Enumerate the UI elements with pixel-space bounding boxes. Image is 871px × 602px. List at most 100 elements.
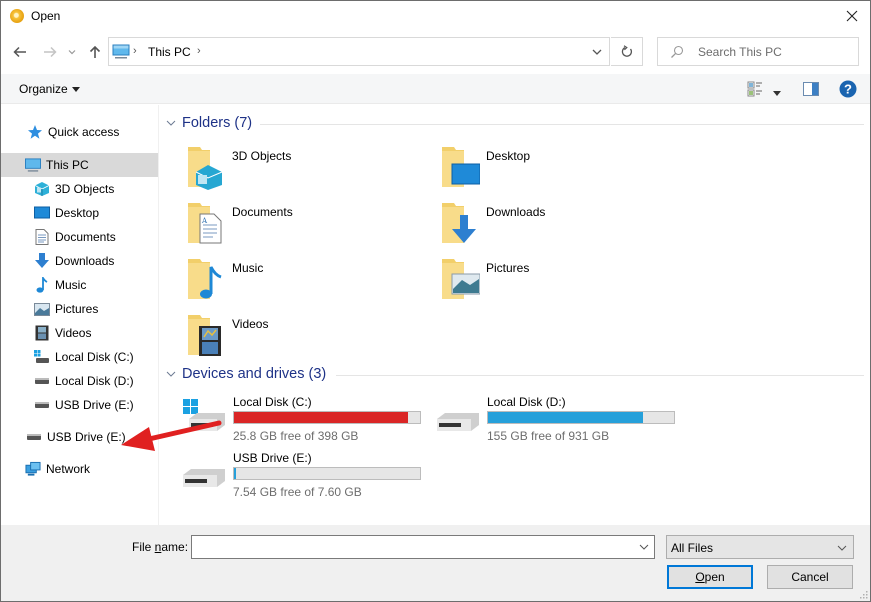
sidebar-item-desktop[interactable]: Desktop: [1, 201, 158, 225]
cancel-button[interactable]: Cancel: [767, 565, 853, 589]
chevron-down-icon: [166, 371, 176, 377]
sidebar-item-usb-drive-e-root[interactable]: USB Drive (E:): [1, 425, 158, 449]
breadcrumb-separator[interactable]: ›: [197, 45, 201, 57]
back-button[interactable]: [10, 41, 30, 63]
file-name-input[interactable]: [191, 535, 655, 559]
drive-usage-bar: [233, 467, 421, 480]
document-icon: A: [188, 203, 222, 244]
open-file-dialog: Open › This PC › Search This PC Organize…: [0, 0, 871, 602]
search-icon: [670, 45, 684, 62]
refresh-icon: [621, 45, 632, 57]
sidebar-item-label: 3D Objects: [55, 182, 115, 196]
drive-usage-fill: [234, 468, 236, 479]
drives-group-title: Devices and drives (3): [182, 366, 327, 382]
sidebar-item-label: USB Drive (E:): [47, 430, 126, 444]
breadcrumb-separator[interactable]: ›: [133, 45, 137, 57]
chevron-down-icon: [68, 50, 76, 55]
arrow-left-icon: [13, 46, 26, 58]
drives-group-header[interactable]: Devices and drives (3): [166, 366, 326, 382]
recent-locations-button[interactable]: [65, 41, 79, 63]
sidebar-item-label: Downloads: [55, 254, 115, 268]
folder-videos[interactable]: Videos: [186, 313, 436, 365]
sidebar-item-usb-drive-e[interactable]: USB Drive (E:): [1, 393, 158, 417]
sidebar-item-label: This PC: [46, 158, 89, 172]
sidebar-item-quick-access[interactable]: Quick access: [1, 120, 158, 144]
up-button[interactable]: [85, 41, 105, 63]
folder-name: Documents: [232, 205, 293, 219]
drive-usage-fill: [488, 412, 644, 423]
help-icon: ?: [839, 80, 857, 98]
windows-drive-icon: [183, 399, 225, 431]
open-button-label: Open: [695, 570, 725, 584]
folder-3d-objects[interactable]: 3D Objects: [186, 145, 436, 197]
preview-pane-button[interactable]: [803, 82, 819, 99]
file-type-select[interactable]: All Files: [666, 535, 854, 559]
sidebar-item-label: USB Drive (E:): [55, 398, 134, 412]
help-button[interactable]: ?: [839, 80, 857, 101]
folder-documents[interactable]: A Documents: [186, 201, 436, 253]
drive-usage-fill: [234, 412, 408, 423]
folder-music[interactable]: Music: [186, 257, 436, 309]
download-icon: [442, 203, 476, 243]
drive-free-space: 25.8 GB free of 398 GB: [233, 429, 359, 443]
drive-icon: [34, 397, 50, 413]
drive-local-disk-c[interactable]: Local Disk (C:) 25.8 GB free of 398 GB: [181, 391, 431, 443]
sidebar-item-label: Network: [46, 462, 91, 476]
drive-local-disk-d[interactable]: Local Disk (D:) 155 GB free of 931 GB: [435, 391, 685, 443]
group-divider: [336, 375, 864, 376]
search-placeholder: Search This PC: [698, 45, 782, 59]
navigation-pane: Quick access This PC 3D Objects Desktop …: [1, 105, 159, 525]
drive-name: Local Disk (C:): [233, 395, 312, 409]
sidebar-item-documents[interactable]: Documents: [1, 225, 158, 249]
folders-group-header[interactable]: Folders (7): [166, 115, 252, 131]
forward-button[interactable]: [40, 41, 60, 63]
chevron-down-icon: [166, 120, 176, 126]
sidebar-item-pictures[interactable]: Pictures: [1, 297, 158, 321]
resize-grip-icon[interactable]: [858, 589, 868, 599]
address-dropdown-button[interactable]: [586, 38, 608, 65]
address-bar[interactable]: › This PC ›: [108, 37, 610, 66]
chevron-down-icon[interactable]: [637, 540, 651, 554]
organize-label: Organize: [19, 82, 68, 96]
svg-text:?: ?: [844, 82, 852, 97]
view-options-dropdown[interactable]: [773, 85, 781, 99]
folder-name: 3D Objects: [232, 149, 292, 163]
sidebar-item-local-disk-d[interactable]: Local Disk (D:): [1, 369, 158, 393]
sidebar-item-videos[interactable]: Videos: [1, 321, 158, 345]
film-icon: [34, 325, 50, 341]
folder-downloads[interactable]: Downloads: [440, 201, 690, 253]
window-title: Open: [31, 9, 61, 23]
drive-free-space: 155 GB free of 931 GB: [487, 429, 610, 443]
close-button[interactable]: [838, 3, 866, 29]
drive-free-space: 7.54 GB free of 7.60 GB: [233, 485, 362, 499]
folder-desktop[interactable]: Desktop: [440, 145, 690, 197]
organize-button[interactable]: Organize: [19, 82, 80, 96]
sidebar-item-local-disk-c[interactable]: Local Disk (C:): [1, 345, 158, 369]
music-note-icon: [188, 259, 222, 299]
sidebar-item-label: Local Disk (C:): [55, 350, 134, 364]
arrow-right-icon: [44, 46, 57, 58]
music-note-icon: [34, 277, 50, 293]
dialog-footer: File name: All Files Open Cancel: [1, 525, 870, 601]
change-view-button[interactable]: [747, 81, 763, 100]
folders-group-title: Folders (7): [182, 115, 253, 131]
change-view-icon: [747, 81, 762, 97]
sidebar-item-network[interactable]: Network: [1, 457, 158, 481]
sidebar-item-label: Desktop: [55, 206, 100, 220]
preview-pane-icon: [803, 82, 819, 96]
title-bar: Open: [1, 1, 870, 31]
open-button[interactable]: Open: [667, 565, 753, 589]
breadcrumb-this-pc[interactable]: This PC: [148, 45, 191, 59]
drive-usb-drive-e[interactable]: USB Drive (E:) 7.54 GB free of 7.60 GB: [181, 447, 431, 499]
search-input[interactable]: Search This PC: [657, 37, 859, 66]
caret-down-icon: [71, 86, 80, 92]
sidebar-item-downloads[interactable]: Downloads: [1, 249, 158, 273]
folder-pictures[interactable]: Pictures: [440, 257, 690, 309]
chevron-down-icon: [592, 49, 602, 55]
sidebar-item-3d-objects[interactable]: 3D Objects: [1, 177, 158, 201]
folder-name: Music: [232, 261, 264, 275]
sidebar-item-music[interactable]: Music: [1, 273, 158, 297]
sidebar-item-this-pc[interactable]: This PC: [1, 153, 158, 177]
network-icon: [25, 461, 41, 477]
refresh-button[interactable]: [611, 37, 643, 66]
